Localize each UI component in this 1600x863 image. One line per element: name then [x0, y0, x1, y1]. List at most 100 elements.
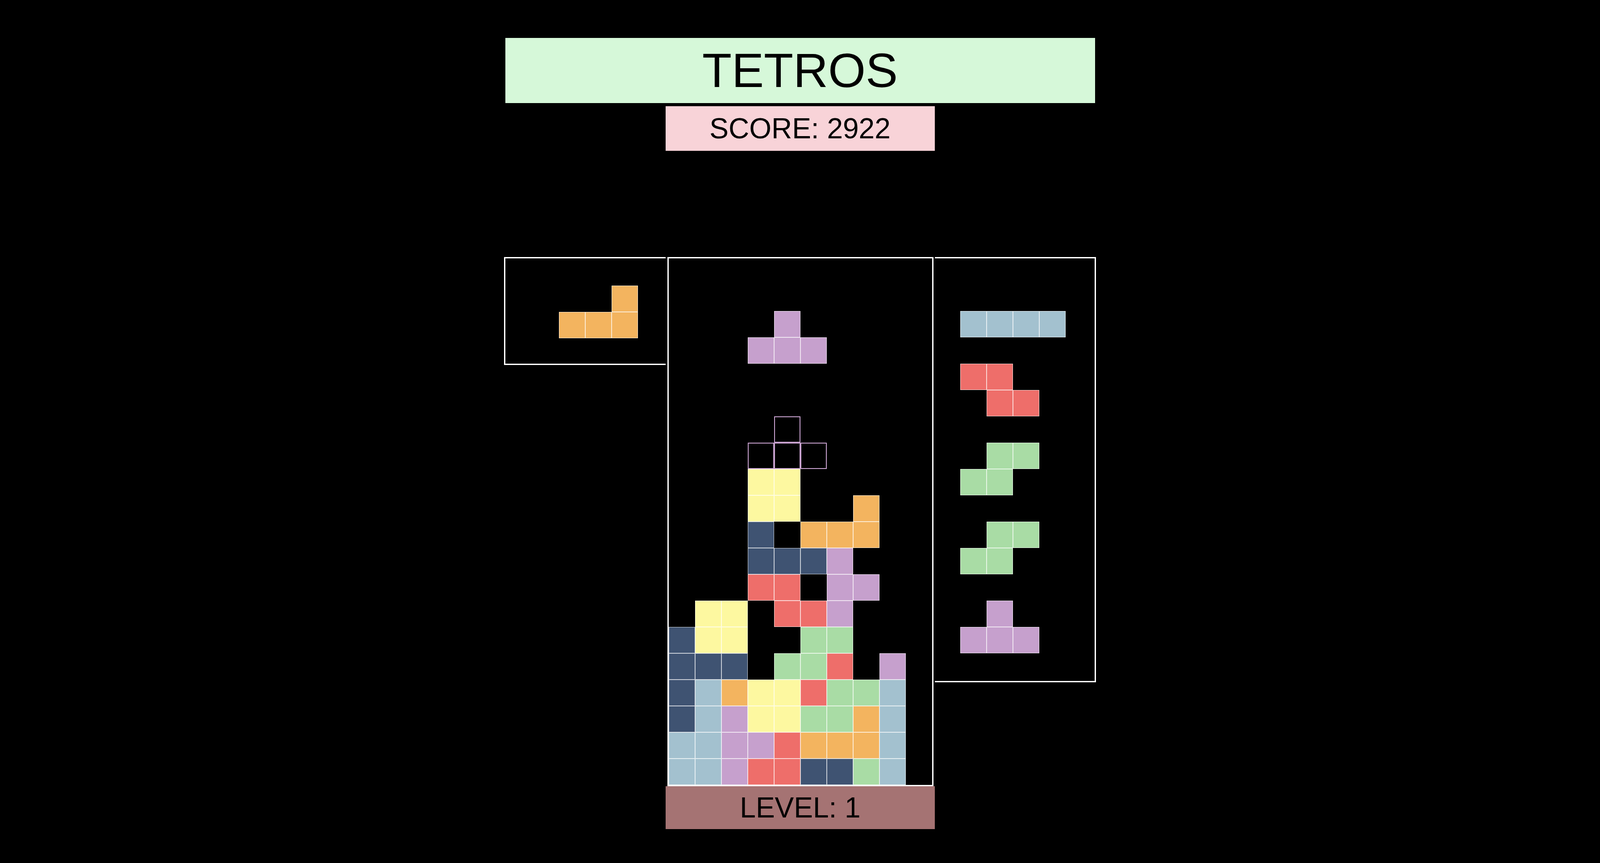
block-cell: [800, 337, 827, 364]
block-cell: [800, 627, 827, 654]
empty-cell: [826, 495, 854, 522]
empty-cell: [826, 416, 854, 443]
empty-cell: [853, 363, 880, 391]
empty-cell: [800, 311, 827, 338]
piece-row: [960, 521, 1095, 549]
block-cell: [986, 627, 1013, 654]
block-cell: [800, 679, 827, 707]
empty-cell: [774, 521, 801, 549]
empty-cell: [721, 574, 748, 601]
board: [667, 257, 934, 787]
score: SCORE: 2922: [709, 114, 891, 143]
title: TETROS: [702, 46, 898, 95]
block-cell: [826, 653, 854, 680]
empty-cell: [826, 258, 854, 285]
block-cell: [879, 679, 906, 707]
block-cell: [853, 495, 880, 522]
empty-cell: [721, 311, 748, 338]
piece-row: [960, 469, 1095, 496]
block-cell: [611, 312, 638, 339]
block-cell: [747, 758, 775, 786]
empty-cell: [800, 574, 827, 601]
block-cell: [774, 706, 801, 733]
block-cell: [668, 706, 696, 733]
empty-cell: [668, 495, 696, 522]
empty-cell: [695, 363, 722, 391]
block-cell: [986, 548, 1013, 575]
block-cell: [853, 758, 880, 786]
block-cell: [558, 312, 586, 339]
block-cell: [721, 706, 748, 733]
empty-cell: [695, 521, 722, 549]
block-cell: [960, 363, 987, 391]
block-cell: [695, 706, 722, 733]
block-cell: [668, 627, 696, 654]
block-cell: [747, 469, 775, 496]
block-cell: [1012, 311, 1040, 338]
block-cell: [1012, 442, 1040, 470]
piece-row: [960, 600, 1095, 628]
empty-cell: [853, 258, 880, 285]
piece-preview: [960, 311, 1095, 338]
empty-cell: [853, 390, 880, 417]
empty-cell: [905, 574, 933, 601]
empty-cell: [747, 284, 775, 312]
empty-cell: [747, 311, 775, 338]
empty-cell: [853, 416, 880, 443]
empty-cell: [905, 706, 933, 733]
block-cell: [721, 653, 748, 680]
block-cell: [826, 574, 854, 601]
block-cell: [960, 311, 987, 338]
empty-cell: [879, 574, 906, 601]
block-cell: [747, 521, 775, 549]
empty-cell: [879, 416, 906, 443]
empty-cell: [826, 390, 854, 417]
ghost-cell: [800, 442, 827, 470]
block-cell: [774, 679, 801, 707]
empty-cell: [905, 600, 933, 628]
empty-cell: [747, 258, 775, 285]
empty-cell: [879, 442, 906, 470]
empty-cell: [1012, 363, 1040, 391]
empty-cell: [721, 416, 748, 443]
empty-cell: [826, 311, 854, 338]
empty-cell: [853, 311, 880, 338]
block-cell: [774, 311, 801, 338]
block-cell: [960, 548, 987, 575]
empty-cell: [695, 548, 722, 575]
block-cell: [747, 574, 775, 601]
empty-cell: [668, 521, 696, 549]
block-cell: [879, 758, 906, 786]
empty-cell: [668, 442, 696, 470]
block-cell: [668, 679, 696, 707]
piece-preview: [960, 442, 1095, 496]
block-cell: [826, 548, 854, 575]
empty-cell: [585, 285, 612, 313]
empty-cell: [721, 548, 748, 575]
block-cell: [774, 653, 801, 680]
empty-cell: [960, 390, 987, 417]
block-cell: [986, 311, 1013, 338]
piece-row: [558, 285, 666, 313]
empty-cell: [905, 627, 933, 654]
empty-cell: [905, 521, 933, 549]
block-cell: [668, 758, 696, 786]
empty-cell: [668, 284, 696, 312]
block-cell: [747, 337, 775, 364]
block-cell: [853, 732, 880, 759]
empty-cell: [721, 337, 748, 364]
block-cell: [986, 469, 1013, 496]
empty-cell: [695, 311, 722, 338]
empty-cell: [800, 363, 827, 391]
level: LEVEL: 1: [739, 793, 861, 823]
empty-cell: [905, 390, 933, 417]
block-cell: [721, 732, 748, 759]
empty-cell: [668, 363, 696, 391]
block-cell: [721, 679, 748, 707]
empty-cell: [853, 469, 880, 496]
empty-cell: [879, 284, 906, 312]
block-cell: [668, 653, 696, 680]
empty-cell: [905, 653, 933, 680]
empty-cell: [905, 258, 933, 285]
block-cell: [695, 732, 722, 759]
